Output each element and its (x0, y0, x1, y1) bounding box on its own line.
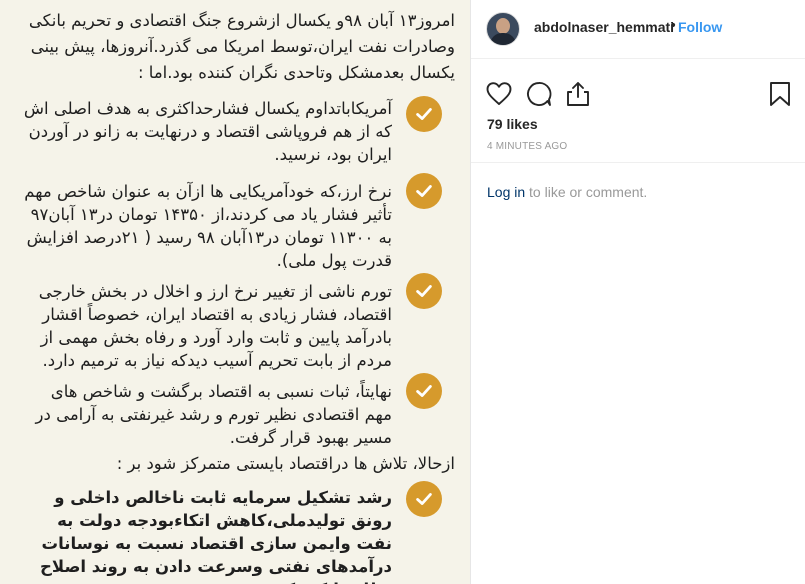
check-icon (406, 96, 442, 132)
username-link[interactable]: abdolnaser_hemmati (534, 19, 674, 35)
separator-dot: • (669, 18, 678, 34)
post-image[interactable]: امروز۱۳ آبان ۹۸و یکسال ازشروع جنگ اقتصاد… (0, 0, 470, 584)
divider (471, 162, 805, 163)
action-bar (471, 74, 805, 114)
comment-prompt-text: to like or comment. (525, 184, 648, 200)
follow-button[interactable]: Follow (678, 19, 722, 35)
comment-icon[interactable] (525, 80, 553, 108)
check-icon (406, 173, 442, 209)
post-item-2: نرخ ارز،که خودآمریکایی ها ازآن به عنوان … (24, 182, 392, 270)
likes-count[interactable]: 79 likes (487, 116, 538, 132)
post-item-final: رشد تشکیل سرمایه ثابت ناخالص داخلی و رون… (40, 488, 392, 584)
post-header: abdolnaser_hemmati • Follow (471, 0, 805, 59)
bookmark-icon[interactable] (766, 80, 794, 108)
login-link[interactable]: Log in (487, 184, 525, 200)
instagram-post-view: امروز۱۳ آبان ۹۸و یکسال ازشروع جنگ اقتصاد… (0, 0, 805, 584)
check-icon (406, 481, 442, 517)
heart-icon[interactable] (485, 80, 513, 108)
avatar-body (490, 33, 516, 45)
share-icon[interactable] (564, 80, 592, 108)
check-icon (406, 273, 442, 309)
post-item-4: نهایتاً، ثبات نسبی به اقتصاد برگشت و شاخ… (35, 382, 392, 447)
post-lead-text: ازحالا، تلاش ها دراقتصاد بایستی متمرکز ش… (116, 454, 455, 473)
post-item-1: آمریکاباتداوم یکسال فشارحداکثری به هدف ا… (23, 99, 392, 164)
post-timestamp[interactable]: 4 MINUTES AGO (487, 141, 567, 152)
comment-prompt: Log in to like or comment. (487, 184, 647, 200)
post-intro-text: امروز۱۳ آبان ۹۸و یکسال ازشروع جنگ اقتصاد… (28, 11, 455, 82)
post-item-3: تورم ناشی از تغییر نرخ ارز و اخلال در بخ… (38, 282, 392, 370)
avatar[interactable] (486, 12, 520, 46)
check-icon (406, 373, 442, 409)
post-side-panel: abdolnaser_hemmati • Follow 79 likes 4 M… (470, 0, 805, 584)
avatar-face (496, 18, 510, 34)
